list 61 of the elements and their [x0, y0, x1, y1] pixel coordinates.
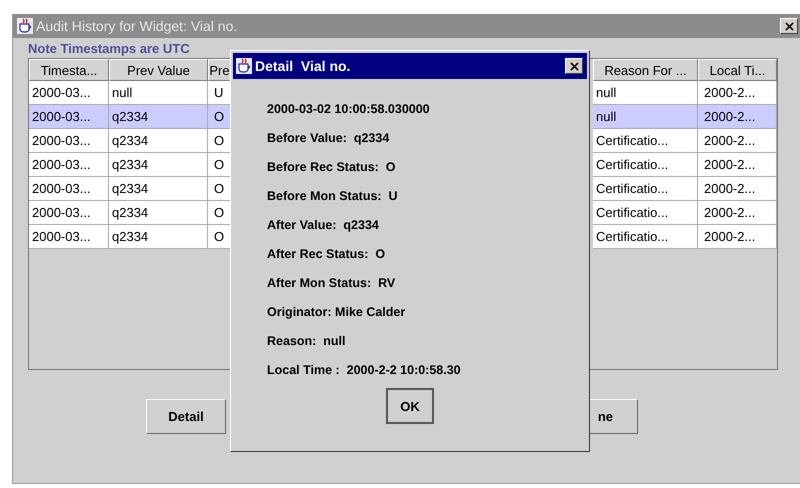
- table-cell[interactable]: 2000-2...: [698, 201, 777, 225]
- column-header[interactable]: Pre: [208, 59, 231, 81]
- close-icon: [784, 22, 794, 30]
- detail-line: After Mon Status: RV: [267, 275, 396, 292]
- table-cell[interactable]: q2334: [109, 105, 208, 129]
- note-text: Note Timestamps are UTC: [28, 40, 191, 58]
- detail-line: Before Mon Status: U: [267, 188, 399, 205]
- close-icon: [570, 62, 578, 70]
- detail-line: 2000-03-02 10:00:58.030000: [267, 101, 431, 118]
- window-title: Audit History for Widget: Vial no.: [36, 18, 238, 34]
- close-button[interactable]: [565, 58, 583, 74]
- detail-line: Originator: Mike Calder: [267, 304, 406, 321]
- table-cell[interactable]: null: [593, 81, 698, 105]
- column-header[interactable]: Reason For ...: [593, 59, 698, 81]
- table-cell[interactable]: O: [208, 129, 231, 153]
- table-cell[interactable]: null: [109, 81, 208, 105]
- table-cell[interactable]: 2000-03...: [29, 225, 109, 249]
- detail-line: Local Time : 2000-2-2 10:0:58.30: [267, 362, 462, 379]
- table-cell[interactable]: 2000-2...: [698, 129, 777, 153]
- table-cell[interactable]: U: [208, 81, 231, 105]
- table-cell[interactable]: 2000-2...: [698, 105, 777, 129]
- table-cell[interactable]: q2334: [109, 225, 208, 249]
- column-header[interactable]: Local Ti...: [698, 59, 777, 81]
- detail-button[interactable]: Detail: [146, 399, 226, 434]
- detail-line: Reason: null: [267, 333, 346, 350]
- table-cell[interactable]: 2000-2...: [698, 225, 777, 249]
- table-cell[interactable]: 2000-03...: [29, 105, 109, 129]
- coffee-cup-icon: [236, 58, 252, 74]
- table-cell[interactable]: 2000-03...: [29, 81, 109, 105]
- detail-line: Before Rec Status: O: [267, 159, 397, 176]
- detail-line: Before Value: q2334: [267, 130, 390, 147]
- table-cell[interactable]: 2000-03...: [29, 177, 109, 201]
- table-cell[interactable]: Certificatio...: [593, 129, 698, 153]
- column-header[interactable]: Timesta...: [29, 59, 109, 81]
- table-cell[interactable]: q2334: [109, 129, 208, 153]
- table-cell[interactable]: Certificatio...: [593, 225, 698, 249]
- table-cell[interactable]: O: [208, 225, 231, 249]
- table-cell[interactable]: 2000-2...: [698, 81, 777, 105]
- table-cell[interactable]: 2000-2...: [698, 153, 777, 177]
- table-cell[interactable]: Certificatio...: [593, 177, 698, 201]
- table-cell[interactable]: O: [208, 153, 231, 177]
- table-cell[interactable]: q2334: [109, 177, 208, 201]
- coffee-cup-icon: [17, 18, 33, 34]
- ok-button[interactable]: OK: [386, 388, 434, 424]
- table-cell[interactable]: 2000-03...: [29, 129, 109, 153]
- detail-line: After Value: q2334: [267, 217, 380, 234]
- table-cell[interactable]: 2000-03...: [29, 201, 109, 225]
- dialog-title: Detail Vial no.: [255, 58, 350, 74]
- column-header[interactable]: Prev Value: [109, 59, 208, 81]
- table-cell[interactable]: null: [593, 105, 698, 129]
- table-cell[interactable]: O: [208, 177, 231, 201]
- table-cell[interactable]: q2334: [109, 153, 208, 177]
- table-cell[interactable]: O: [208, 105, 231, 129]
- detail-line: After Rec Status: O: [267, 246, 386, 263]
- table-cell[interactable]: 2000-2...: [698, 177, 777, 201]
- table-cell[interactable]: Certificatio...: [593, 201, 698, 225]
- table-cell[interactable]: O: [208, 201, 231, 225]
- table-cell[interactable]: Certificatio...: [593, 153, 698, 177]
- table-cell[interactable]: 2000-03...: [29, 153, 109, 177]
- table-cell[interactable]: q2334: [109, 201, 208, 225]
- close-button[interactable]: [780, 18, 798, 34]
